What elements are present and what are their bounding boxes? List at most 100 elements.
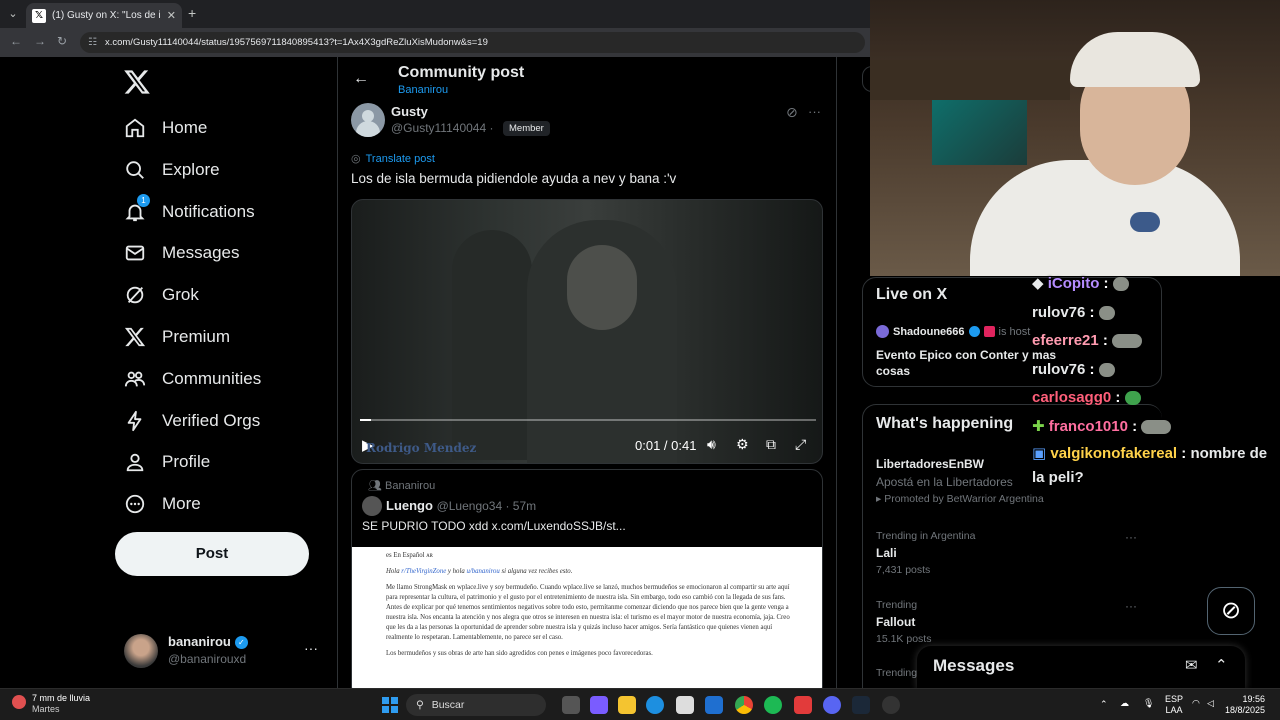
lightning-icon [127, 410, 142, 432]
browser-tab[interactable]: 𝕏 (1) Gusty on X: "Los de isla bermuda p… [26, 3, 182, 28]
reload-icon[interactable]: ↻ [57, 34, 67, 48]
video-player[interactable]: ▶ Rodrigo Mendez 0:01 / 0:41 🔊︎ ⚙ ⧉ ⤢ [351, 199, 823, 464]
steam-icon[interactable] [852, 696, 870, 714]
doc-paragraph: Los bermudeños y sus obras de arte han s… [386, 650, 653, 657]
sidebar-item-grok[interactable]: Grok [124, 280, 199, 310]
picture-in-picture-icon[interactable]: ⧉ [766, 436, 776, 453]
sidebar-item-verified-orgs[interactable]: Verified Orgs [124, 406, 260, 436]
more-dots-icon[interactable]: ··· [1125, 530, 1137, 544]
webcam-monitor [932, 100, 1027, 165]
volume-icon[interactable]: 🔊︎ [707, 436, 716, 453]
member-badge: Member [503, 121, 550, 136]
doc-paragraph: Me llamo StrongMask en wplace.live y soy… [386, 584, 790, 641]
new-message-icon[interactable]: ✉ [1185, 656, 1198, 674]
chat-message: rulov76 : [1032, 356, 1280, 385]
community-link[interactable]: Bananirou [398, 84, 448, 96]
site-info-icon[interactable]: ☷ [88, 37, 97, 48]
windows-start-icon[interactable] [382, 697, 398, 713]
outlook-icon[interactable] [705, 696, 723, 714]
sidebar-item-notifications[interactable]: 1 Notifications [124, 194, 255, 227]
new-tab-icon[interactable]: + [188, 5, 196, 21]
more-dots-icon[interactable]: ··· [808, 104, 821, 119]
video-time: 0:01 / 0:41 [635, 438, 697, 453]
fullscreen-icon[interactable]: ⤢ [795, 436, 806, 453]
sidebar-item-label: Home [162, 118, 208, 137]
sidebar-item-more[interactable]: More [124, 489, 201, 519]
trend-item[interactable]: Trending in Argentina Lali 7,431 posts [876, 530, 1056, 576]
avatar[interactable] [351, 103, 385, 137]
file-explorer-icon[interactable] [618, 696, 636, 714]
sidebar-item-messages[interactable]: Messages [124, 238, 239, 268]
more-dots-icon[interactable]: ··· [304, 640, 318, 656]
forward-arrow-icon[interactable]: → [34, 34, 46, 48]
edge-icon[interactable] [646, 696, 664, 714]
chat-emote-icon [1098, 305, 1115, 320]
lang-line2: LAA [1165, 705, 1183, 715]
task-view-icon[interactable] [562, 696, 580, 714]
microphone-icon[interactable]: 🎙︎ [1143, 698, 1154, 709]
expand-up-icon[interactable]: ⌃ [1215, 656, 1228, 674]
post-handle[interactable]: @Gusty11140044 [391, 121, 486, 135]
sidebar-item-communities[interactable]: Communities [124, 364, 261, 394]
wifi-icon[interactable]: ◠ [1192, 698, 1200, 709]
back-arrow-icon[interactable]: ← [353, 70, 369, 88]
taskbar-search[interactable]: ⚲ Buscar [406, 694, 546, 716]
chat-emote-icon [1112, 334, 1143, 349]
quote-community-row: 👥︎ Bananirou [368, 479, 435, 492]
grok-floating-button[interactable]: ⊘ [1207, 587, 1255, 635]
doc-greeting: Hola r/TheVirginZone y hola u/bananirou … [386, 567, 790, 577]
messages-drawer[interactable]: Messages ✉ ⌃ [917, 646, 1245, 690]
doc-heading: es En Español ᴀʀ [386, 552, 433, 559]
post-author[interactable]: Gusty [391, 104, 428, 119]
settings-gear-icon[interactable]: ⚙ [736, 436, 749, 453]
sidebar-item-explore[interactable]: Explore [124, 155, 220, 185]
account-name: bananirou [168, 634, 231, 649]
chat-colon: : [1115, 389, 1121, 407]
trend-item[interactable]: Trending Fallout 15.1K posts [876, 599, 1056, 645]
sidebar-item-premium[interactable]: Premium [124, 322, 230, 352]
volume-icon[interactable]: ◁ [1207, 698, 1214, 709]
language-indicator[interactable]: ESP LAA [1165, 694, 1183, 716]
cloud-icon[interactable]: ☁ [1120, 698, 1129, 709]
x-logo-icon [124, 327, 146, 347]
sidebar-item-label: Premium [162, 327, 231, 346]
sidebar-item-label: Communities [162, 369, 262, 388]
weather-icon [12, 695, 26, 709]
account-name-row: bananirou ✓ [168, 634, 248, 650]
sidebar-item-home[interactable]: Home [124, 113, 207, 143]
weather-widget[interactable]: 7 mm de lluvia Martes [12, 693, 90, 715]
back-arrow-icon[interactable]: ← [10, 34, 22, 48]
chrome-icon[interactable] [735, 696, 753, 714]
chat-badge-icon: ◆ [1032, 275, 1044, 292]
trend-promo: Promoted by BetWarrior Argentina [884, 493, 1044, 505]
live-host-row[interactable]: Shadoune666 is host [876, 325, 1030, 338]
tab-close-icon[interactable]: ✕ [167, 9, 176, 22]
post-button[interactable]: Post [115, 532, 309, 576]
discord-icon[interactable] [823, 696, 841, 714]
account-handle: @bananirouxd [168, 652, 247, 666]
obs-icon[interactable] [882, 696, 900, 714]
account-switcher[interactable]: bananirou ✓ @bananirouxd ··· [124, 632, 324, 672]
copilot-icon[interactable] [590, 696, 608, 714]
address-bar[interactable]: ☷ x.com/Gusty11140044/status/19575697118… [80, 32, 865, 53]
tray-chevron-icon[interactable]: ⌃ [1100, 699, 1108, 710]
more-dots-icon[interactable]: ··· [1125, 599, 1137, 613]
trend-item[interactable]: LibertadoresEnBW Apostá en la Libertador… [876, 457, 1056, 505]
taskbar-clock[interactable]: 19:56 18/8/2025 [1225, 694, 1265, 716]
sidebar-item-profile[interactable]: Profile [124, 447, 210, 477]
store-icon[interactable] [676, 696, 694, 714]
trend-count: 7,431 posts [876, 564, 931, 576]
tab-search-icon[interactable]: ⌄ [4, 5, 22, 23]
app-icon[interactable] [794, 696, 812, 714]
translate-icon: ◎ [351, 153, 361, 165]
quoted-post[interactable]: 👥︎ Bananirou Luengo @Luengo34 · 57m SE P… [351, 469, 823, 699]
sidebar-item-label: More [162, 494, 201, 513]
spotify-icon[interactable] [764, 696, 782, 714]
video-watermark: Rodrigo Mendez [366, 441, 477, 455]
x-logo-icon[interactable] [123, 68, 151, 96]
grok-icon[interactable]: ⊘ [786, 104, 798, 121]
translate-post-link[interactable]: ◎ Translate post [351, 152, 435, 166]
video-progress-bar[interactable] [360, 419, 816, 421]
quote-author: Luengo [386, 498, 433, 513]
translate-label: Translate post [365, 152, 435, 165]
